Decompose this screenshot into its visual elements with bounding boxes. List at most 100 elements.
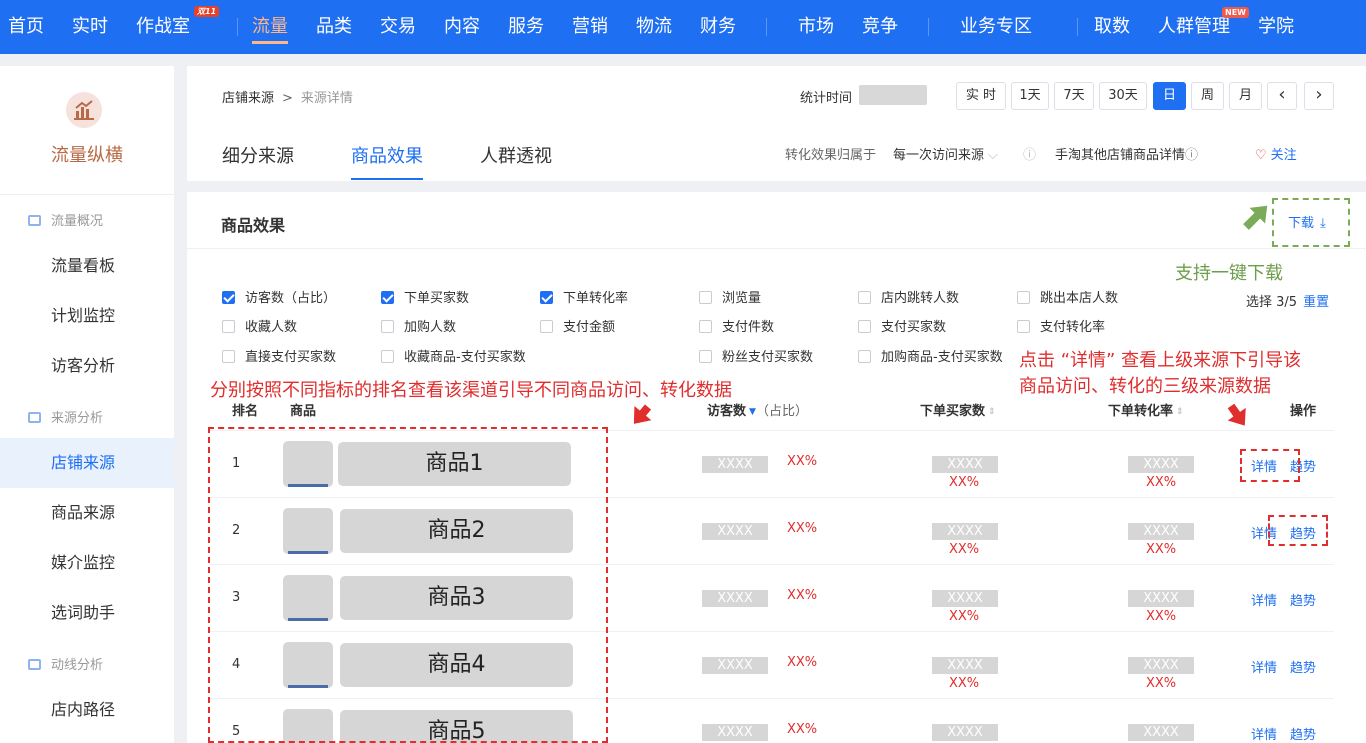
order-buyers-value: XXXX <box>932 523 998 540</box>
col-order-buyers[interactable]: 下单买家数 ⇕ <box>920 400 996 419</box>
detail-link[interactable]: 详情 <box>1251 657 1277 676</box>
stat-time-label: 统计时间 <box>800 91 853 106</box>
metric-checkbox[interactable]: 加购商品-支付买家数 <box>858 350 1003 366</box>
checkbox-icon <box>222 291 235 304</box>
sidebar-item-product-source[interactable]: 商品来源 <box>0 488 174 538</box>
detail-link[interactable]: 详情 <box>1251 590 1277 609</box>
prev-period-button[interactable]: ‹ <box>1267 82 1297 110</box>
metric-label: 支付件数 <box>722 320 775 335</box>
nav-category[interactable]: 品类 <box>316 0 352 54</box>
sidebar-item-visitor-analysis[interactable]: 访客分析 <box>0 341 174 391</box>
tab-crowd-insight[interactable]: 人群透视 <box>480 142 552 168</box>
period-week-button[interactable]: 周 <box>1191 82 1224 110</box>
metric-checkbox[interactable]: 店内跳转人数 <box>858 291 959 307</box>
checkbox-icon <box>858 291 871 304</box>
nav-divider <box>928 18 929 36</box>
order-buyers-pct: XX% <box>949 609 980 624</box>
nav-academy[interactable]: 学院 <box>1258 0 1294 54</box>
period-1day-button[interactable]: 1天 <box>1011 82 1049 110</box>
tab-product-effect[interactable]: 商品效果 <box>351 142 423 168</box>
metric-checkbox[interactable]: 粉丝支付买家数 <box>699 350 813 366</box>
period-month-button[interactable]: 月 <box>1229 82 1262 110</box>
metric-checkbox[interactable]: 直接支付买家数 <box>222 350 336 366</box>
metric-checkbox[interactable]: 加购人数 <box>381 320 456 336</box>
trend-link[interactable]: 趋势 <box>1290 657 1316 676</box>
checkbox-icon <box>858 350 871 363</box>
sidebar-item-plan-monitor[interactable]: 计划监控 <box>0 291 174 341</box>
nav-market[interactable]: 市场 <box>798 0 834 54</box>
active-tab-indicator <box>351 178 423 180</box>
metric-label: 直接支付买家数 <box>245 350 337 365</box>
nav-trade[interactable]: 交易 <box>380 0 416 54</box>
metric-checkbox[interactable]: 收藏商品-支付买家数 <box>381 350 526 366</box>
breadcrumb-link[interactable]: 店铺来源 <box>222 91 274 106</box>
sidebar-item-traffic-board[interactable]: 流量看板 <box>0 241 174 291</box>
metric-checkbox[interactable]: 支付件数 <box>699 320 774 336</box>
nav-content[interactable]: 内容 <box>444 0 480 54</box>
product-list-highlight-box <box>208 427 608 743</box>
col-rank: 排名 <box>232 404 259 419</box>
sidebar-group-source-analysis: 来源分析 <box>28 407 103 426</box>
period-day-button[interactable]: 日 <box>1153 82 1186 110</box>
building-icon <box>28 412 41 423</box>
heart-icon: ♡ <box>1255 148 1267 163</box>
sidebar-item-media-monitor[interactable]: 媒介监控 <box>0 538 174 588</box>
metric-checkbox[interactable]: 下单转化率 <box>540 291 628 307</box>
checkbox-icon <box>540 320 553 333</box>
nav-home[interactable]: 首页 <box>8 0 44 54</box>
nav-logistics[interactable]: 物流 <box>636 0 672 54</box>
nav-business-zone[interactable]: 业务专区 <box>960 0 1032 54</box>
nav-competition[interactable]: 竞争 <box>862 0 898 54</box>
metric-checkbox[interactable]: 收藏人数 <box>222 320 297 336</box>
attribution-select[interactable]: 每一次访问来源 ⌵ <box>893 144 998 163</box>
select-count: 选择 3/5 重置 <box>1246 291 1329 310</box>
trend-link[interactable]: 趋势 <box>1290 590 1316 609</box>
nav-data-fetch[interactable]: 取数 <box>1094 0 1130 54</box>
period-30day-button[interactable]: 30天 <box>1099 82 1147 110</box>
nav-realtime[interactable]: 实时 <box>72 0 108 54</box>
period-realtime-button[interactable]: 实 时 <box>956 82 1006 110</box>
sidebar-item-keyword-helper[interactable]: 选词助手 <box>0 588 174 638</box>
sort-icon: ⇕ <box>988 407 996 417</box>
nav-traffic[interactable]: 流量 <box>252 0 288 54</box>
nav-war-room[interactable]: 作战室 <box>136 0 190 54</box>
nav-crowd-management[interactable]: 人群管理 <box>1158 0 1230 54</box>
follow-button[interactable]: ♡ 关注 <box>1255 144 1297 163</box>
next-period-button[interactable]: › <box>1304 82 1334 110</box>
metric-checkbox[interactable]: 支付买家数 <box>858 320 946 336</box>
metric-checkbox[interactable]: 浏览量 <box>699 291 761 307</box>
nav-service[interactable]: 服务 <box>508 0 544 54</box>
other-shop-product-link[interactable]: 手淘其他店铺商品详情ⓘ <box>1055 144 1198 163</box>
breadcrumb-current: 来源详情 <box>300 91 353 106</box>
sidebar-item-shop-source[interactable]: 店铺来源 <box>0 438 174 488</box>
metric-checkbox[interactable]: 访客数（占比） <box>222 291 336 307</box>
reset-button[interactable]: 重置 <box>1303 295 1329 310</box>
checkbox-icon <box>381 291 394 304</box>
period-7day-button[interactable]: 7天 <box>1054 82 1094 110</box>
col-visitors-sub: （占比） <box>755 404 808 419</box>
col-conversion-label: 下单转化率 <box>1108 404 1174 419</box>
visitors-share: XX% <box>787 521 818 536</box>
checkbox-icon <box>222 350 235 363</box>
detail-link[interactable]: 详情 <box>1251 724 1277 743</box>
metric-checkbox[interactable]: 支付金额 <box>540 320 615 336</box>
traffic-logo-icon <box>66 92 102 128</box>
nav-finance[interactable]: 财务 <box>700 0 736 54</box>
tab-segment-source[interactable]: 细分来源 <box>222 142 294 168</box>
trend-link[interactable]: 趋势 <box>1290 724 1316 743</box>
help-icon[interactable]: ⓘ <box>1023 144 1036 163</box>
metric-checkbox[interactable]: 跳出本店人数 <box>1017 291 1118 307</box>
metric-checkbox[interactable]: 支付转化率 <box>1017 320 1105 336</box>
sidebar-item-shop-path[interactable]: 店内路径 <box>0 685 174 735</box>
visitors-share: XX% <box>787 655 818 670</box>
nav-marketing[interactable]: 营销 <box>572 0 608 54</box>
col-visitors[interactable]: 访客数 ▼（占比） <box>707 400 808 419</box>
metric-checkbox[interactable]: 下单买家数 <box>381 291 469 307</box>
download-highlight-box <box>1272 198 1350 247</box>
checkbox-icon <box>699 291 712 304</box>
col-order-conversion[interactable]: 下单转化率 ⇕ <box>1108 400 1184 419</box>
sidebar-group-path-analysis: 动线分析 <box>28 654 103 673</box>
section-divider <box>187 248 1366 249</box>
nav-divider <box>237 18 238 36</box>
checkbox-icon <box>699 320 712 333</box>
